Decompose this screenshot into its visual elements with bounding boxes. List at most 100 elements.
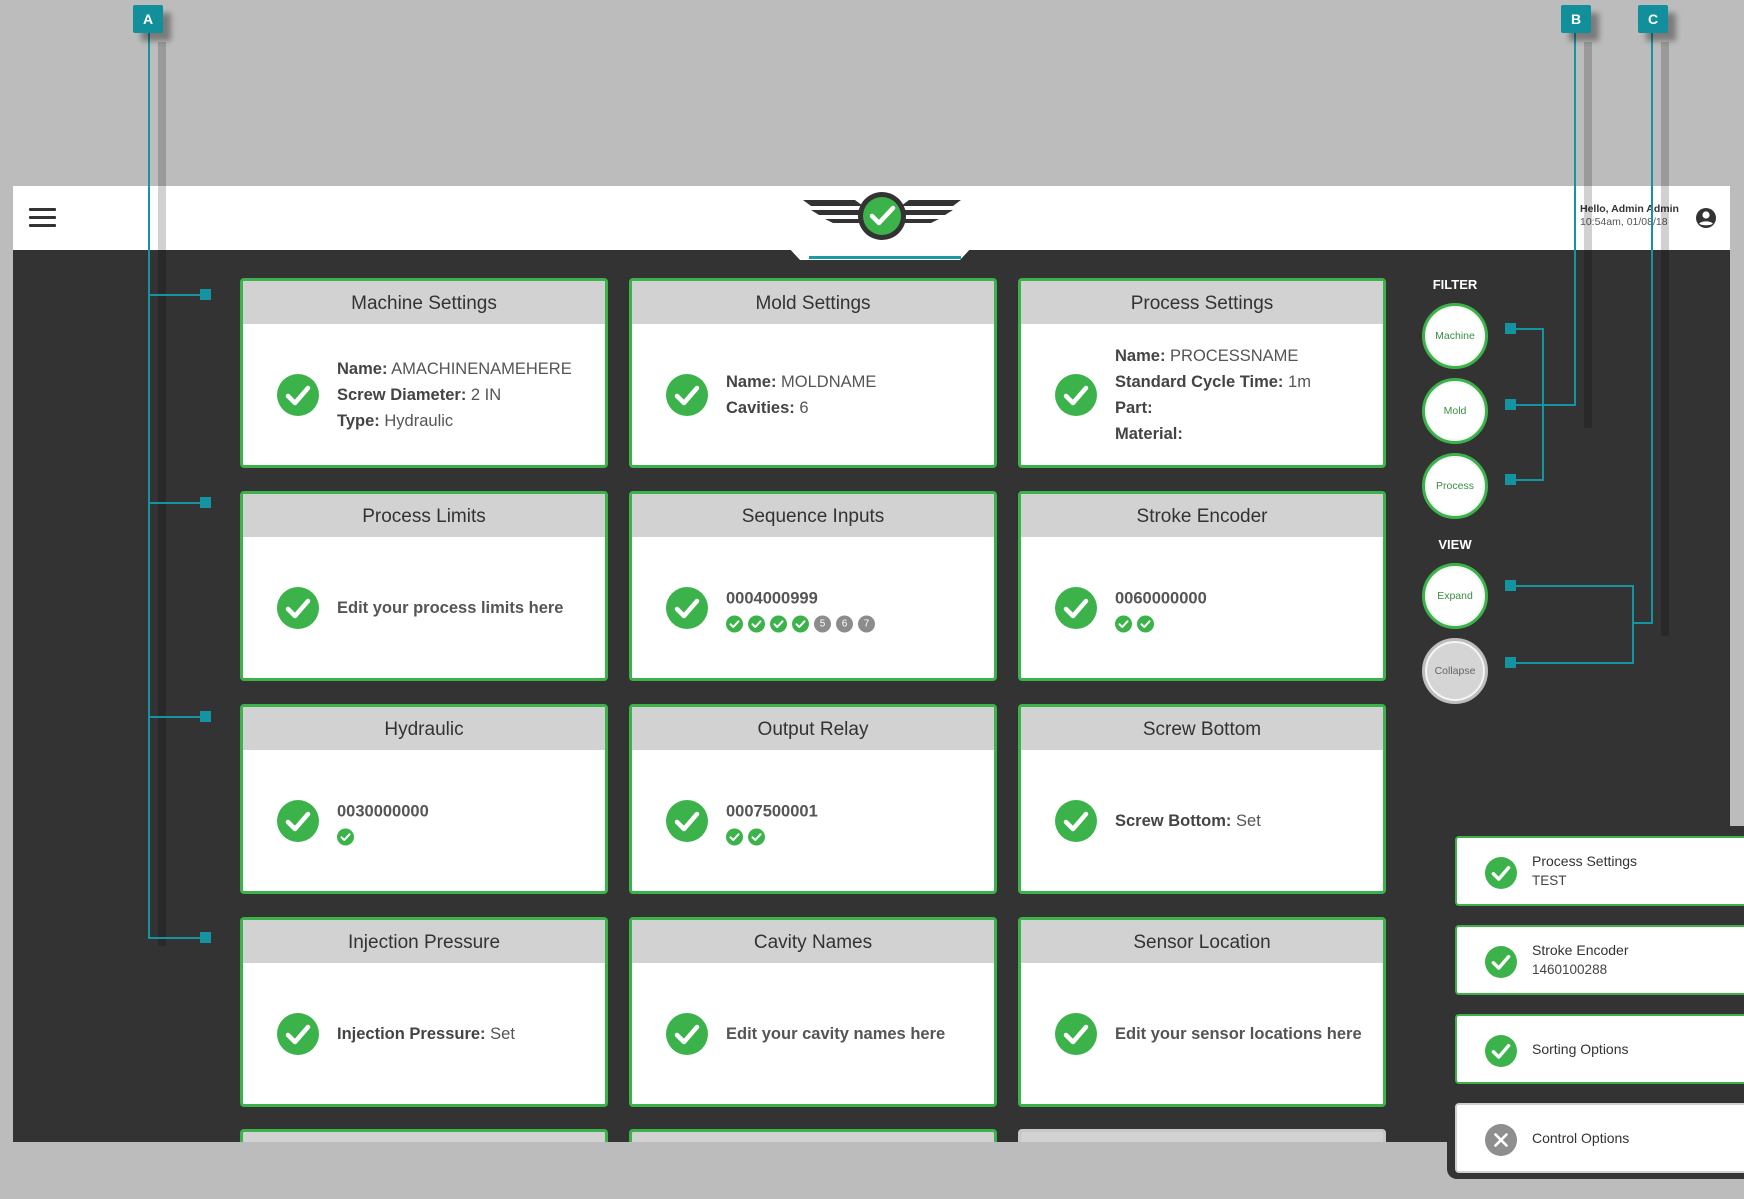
card-body: Injection Pressure: Set	[243, 963, 605, 1104]
check-circle-icon	[277, 1012, 319, 1055]
card-code: 0060000000	[1115, 589, 1207, 607]
card-title: Stroke Encoder	[1021, 494, 1383, 537]
settings-card[interactable]: Hydraulic 0030000000	[240, 704, 608, 894]
mini-check-icon	[792, 615, 809, 633]
toast-title: Sorting Options	[1532, 1041, 1629, 1057]
settings-card[interactable]: Mold Settings Name: MOLDNAME Cavities: 6	[629, 278, 997, 468]
toast-title: Stroke Encoder	[1532, 942, 1629, 958]
settings-card[interactable]: Cavity Names Edit your cavity names here	[629, 917, 997, 1107]
card-body: 0030000000	[243, 750, 605, 891]
settings-card[interactable]: Process Settings Name: PROCESSNAME Standar…	[1018, 278, 1386, 468]
toast-text: Control Options	[1532, 1128, 1629, 1148]
hamburger-menu-icon[interactable]	[29, 206, 57, 230]
card-title: Process Limits	[243, 494, 605, 537]
winged-check-logo	[789, 186, 975, 248]
field-label: Name:	[726, 372, 777, 391]
settings-card[interactable]: Injection Pressure Injection Pressure: Se…	[240, 917, 608, 1107]
settings-card[interactable]: Machine Settings Name: AMACHINENAMEHERE Sc…	[240, 278, 608, 468]
card-content: Screw Bottom: Set	[1115, 808, 1261, 834]
status-dots	[726, 823, 818, 846]
settings-card[interactable]: Stroke Encoder 0060000000	[1018, 491, 1386, 681]
close-circle-icon	[1485, 1124, 1517, 1156]
settings-card[interactable]: Process Limits Edit your process limits h…	[240, 491, 608, 681]
field-value: 2 IN	[470, 385, 502, 404]
field-label: Material:	[1115, 424, 1183, 443]
card-body: Edit your cavity names here	[632, 963, 994, 1104]
card-title: Injection Pressure	[243, 920, 605, 963]
settings-card[interactable]: Sequence Inputs 0004000999 5 6 7	[629, 491, 997, 681]
notification-toast[interactable]: Stroke Encoder 1460100288	[1455, 925, 1744, 995]
field-value: MOLDNAME	[781, 372, 877, 391]
partial-card	[1018, 1129, 1386, 1142]
field-label: Injection Pressure:	[337, 1024, 486, 1043]
card-message: Edit your sensor locations here	[1115, 1024, 1362, 1043]
mini-check-icon	[1115, 615, 1132, 633]
toast-text: Stroke Encoder 1460100288	[1532, 940, 1629, 980]
mini-check-icon	[726, 828, 743, 846]
notification-toast[interactable]: Process Settings TEST	[1455, 836, 1744, 906]
toast-subtitle: TEST	[1532, 873, 1567, 888]
view-collapse-button[interactable]: Collapse	[1422, 638, 1488, 704]
settings-card[interactable]: Screw Bottom Screw Bottom: Set	[1018, 704, 1386, 894]
card-content: 0060000000	[1115, 585, 1207, 633]
view-expand-button[interactable]: Expand	[1422, 563, 1488, 629]
top-bar: Hello, Admin Admin 10:54am, 01/08/18	[13, 186, 1730, 250]
field-label: Cavities:	[726, 398, 795, 417]
card-body: Name: PROCESSNAME Standard Cycle Time: 1m…	[1021, 324, 1383, 465]
check-circle-icon	[666, 373, 708, 416]
card-title: Output Relay	[632, 707, 994, 750]
card-content: Edit your sensor locations here	[1115, 1021, 1362, 1047]
card-title: Hydraulic	[243, 707, 605, 750]
numbered-dot: 6	[836, 615, 853, 633]
notification-toast[interactable]: Sorting Options	[1455, 1014, 1744, 1084]
toast-title: Control Options	[1532, 1130, 1630, 1146]
toast-text: Sorting Options	[1532, 1039, 1629, 1059]
card-code: 0030000000	[337, 802, 429, 820]
card-body: Edit your sensor locations here	[1021, 963, 1383, 1104]
card-field: Material:	[1115, 421, 1311, 447]
partial-card	[240, 1129, 608, 1142]
filter-machine-button[interactable]: Machine	[1422, 303, 1488, 369]
status-dots	[337, 823, 429, 846]
card-title: Sequence Inputs	[632, 494, 994, 537]
toast-subtitle: 1460100288	[1532, 962, 1608, 977]
field-label: Standard Cycle Time:	[1115, 372, 1284, 391]
field-label: Part:	[1115, 398, 1153, 417]
field-value: 1m	[1288, 372, 1311, 391]
settings-card[interactable]: Sensor Location Edit your sensor location…	[1018, 917, 1386, 1107]
check-circle-icon	[1485, 946, 1517, 978]
check-circle-icon	[1055, 1012, 1097, 1055]
notification-toast[interactable]: Control Options	[1455, 1103, 1744, 1173]
mini-check-icon	[770, 615, 787, 633]
card-field: Injection Pressure: Set	[337, 1021, 515, 1047]
check-circle-icon	[1485, 857, 1517, 889]
field-value: PROCESSNAME	[1170, 346, 1299, 365]
card-field: Type: Hydraulic	[337, 408, 572, 434]
card-content: Name: PROCESSNAME Standard Cycle Time: 1m…	[1115, 343, 1311, 447]
card-field: Screw Diameter: 2 IN	[337, 382, 572, 408]
field-label: Name:	[1115, 346, 1166, 365]
field-value: Set	[1236, 811, 1261, 830]
callout-badge-a: A	[133, 5, 163, 33]
filter-mold-button[interactable]: Mold	[1422, 378, 1488, 444]
card-body: 0007500001	[632, 750, 994, 891]
user-circle-icon[interactable]	[1694, 206, 1718, 230]
check-circle-icon	[1055, 373, 1097, 416]
check-circle-icon	[1055, 799, 1097, 842]
status-dots: 567	[726, 610, 880, 633]
mini-check-icon	[337, 828, 354, 846]
filter-label: FILTER	[1432, 277, 1478, 292]
card-code: 0007500001	[726, 802, 818, 820]
numbered-dot: 5	[814, 615, 831, 633]
card-content: Name: AMACHINENAMEHERE Screw Diameter: 2 …	[337, 356, 572, 434]
callout-badge-b: B	[1561, 5, 1591, 33]
settings-card[interactable]: Output Relay 0007500001	[629, 704, 997, 894]
card-title: Process Settings	[1021, 281, 1383, 324]
card-field: Part:	[1115, 395, 1311, 421]
card-content: 0004000999 5 6 7	[726, 585, 880, 633]
card-message: Edit your process limits here	[337, 598, 564, 617]
field-value: Set	[490, 1024, 515, 1043]
filter-process-button[interactable]: Process	[1422, 453, 1488, 519]
field-label: Type:	[337, 411, 380, 430]
card-title: Cavity Names	[632, 920, 994, 963]
